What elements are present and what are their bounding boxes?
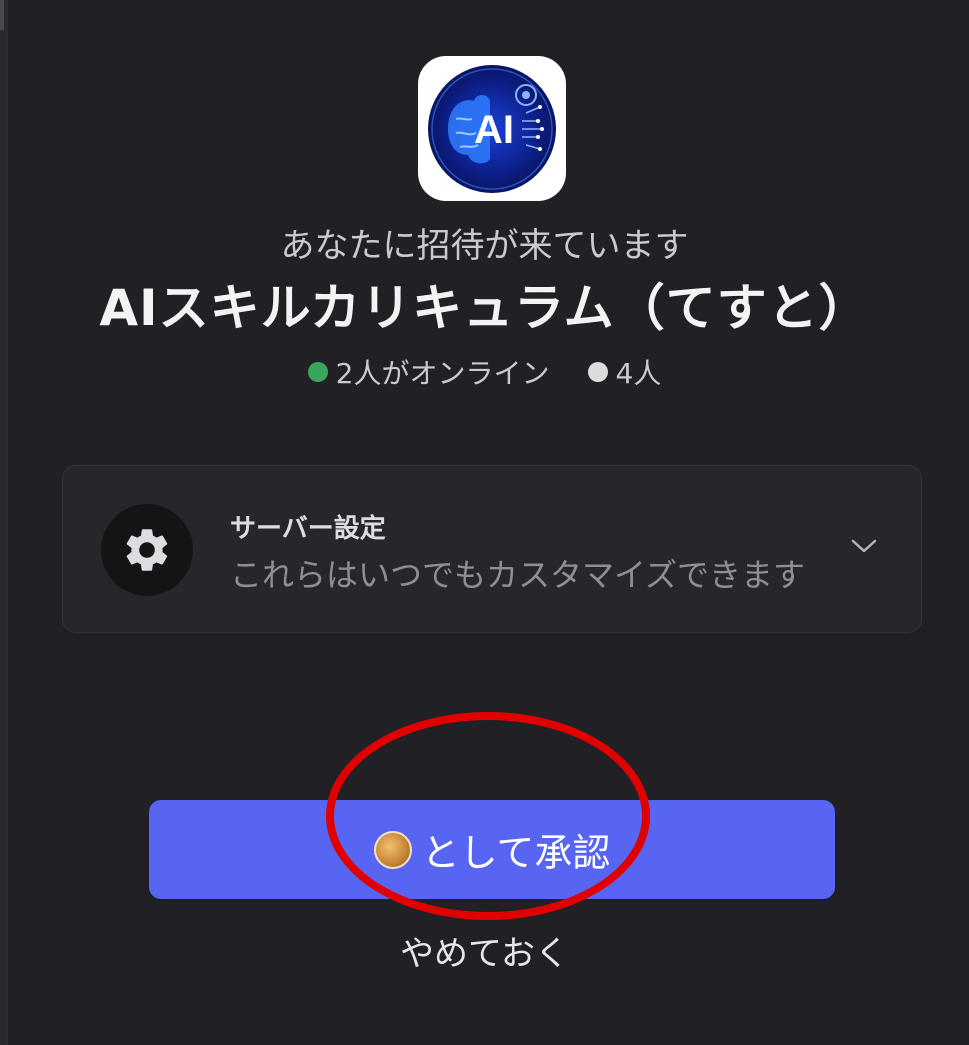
server-stats: 2人がオンライン 4人 [0,352,969,392]
invite-page: AI あなたに招待が来ています AIスキルカリキュラム（てすと） 2人がオンライ… [0,0,969,1045]
member-dot-icon [587,362,608,382]
online-stat: 2人がオンライン [307,352,550,392]
member-stat: 4人 [587,352,662,392]
online-dot-icon [307,362,328,382]
member-count: 4人 [615,357,662,390]
accept-invite-button[interactable]: として承認 [149,800,835,899]
gear-icon [126,529,168,571]
user-avatar [373,830,412,869]
cancel-link[interactable]: やめておく [0,930,969,978]
settings-icon-circle [101,504,193,596]
ai-brain-icon: AI [428,64,556,193]
server-icon: AI [418,56,566,201]
background-window-edge [0,0,7,1045]
chevron-down-icon[interactable] [849,536,879,556]
server-settings-dropdown[interactable]: サーバー設定 これらはいつでもカスタマイズできます [62,465,922,633]
online-count: 2人がオンライン [335,357,550,390]
server-name: AIスキルカリキュラム（てすと） [99,279,870,337]
settings-title: サーバー設定 [230,514,386,544]
accept-button-label: として承認 [421,831,611,875]
invite-heading: あなたに招待が来ています [280,226,689,266]
settings-subtitle: これらはいつでもカスタマイズできます [230,556,806,594]
server-icon-text: AI [474,108,514,152]
